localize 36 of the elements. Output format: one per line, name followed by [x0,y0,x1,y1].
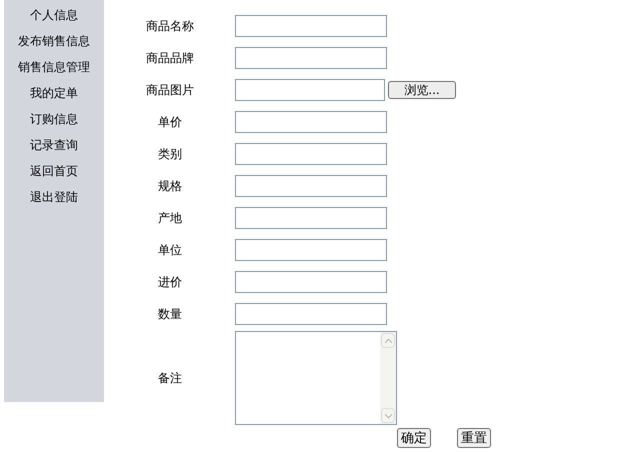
field-label: 数量 [157,306,183,323]
field-label: 备注 [157,370,183,387]
sidebar-link[interactable]: 订购信息 [30,110,78,136]
text-field[interactable] [235,239,387,261]
sidebar-link[interactable]: 我的定单 [30,84,78,110]
sidebar-link[interactable]: 发布销售信息 [18,32,90,58]
sidebar-link[interactable]: 个人信息 [30,6,78,32]
sidebar-link[interactable]: 退出登陆 [30,188,78,214]
field-label: 进价 [157,274,183,291]
text-field[interactable] [235,143,387,165]
file-path-field[interactable] [235,79,385,101]
browse-button[interactable]: 浏览... [388,81,456,99]
field-label: 商品图片 [145,82,195,99]
text-field[interactable] [235,271,387,293]
remarks-field[interactable] [235,331,397,425]
text-field[interactable] [235,15,387,37]
field-label: 单价 [157,114,183,131]
field-label: 产地 [157,210,183,227]
text-field[interactable] [235,111,387,133]
form-button[interactable]: 确定 [397,428,431,448]
field-label: 规格 [157,178,183,195]
sidebar-link[interactable]: 记录查询 [30,136,78,162]
scroll-down-icon[interactable] [381,408,395,423]
scroll-up-icon[interactable] [381,333,395,348]
field-label: 类别 [157,146,183,163]
form-button[interactable]: 重置 [457,428,491,448]
field-label: 商品品牌 [145,50,195,67]
text-field[interactable] [235,303,387,325]
scrollbar[interactable] [380,332,396,424]
sidebar-link[interactable]: 返回首页 [30,162,78,188]
text-field[interactable] [235,47,387,69]
sidebar-link[interactable]: 销售信息管理 [18,58,90,84]
text-field[interactable] [235,175,387,197]
field-label: 商品名称 [145,18,195,35]
field-label: 单位 [157,242,183,259]
text-field[interactable] [235,207,387,229]
